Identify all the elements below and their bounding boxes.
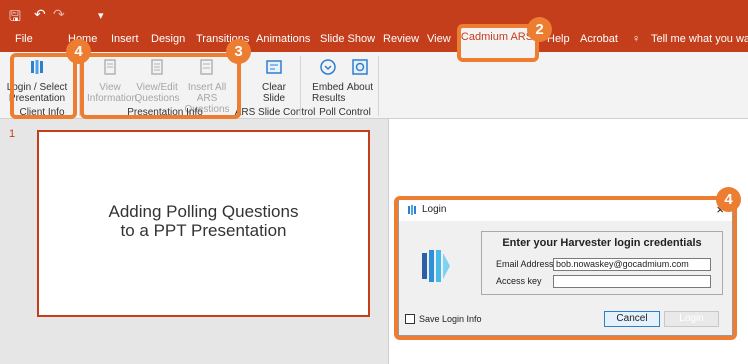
ribbon-divider xyxy=(300,56,301,116)
callout-highlight-presentation-info xyxy=(80,53,241,119)
tab-design[interactable]: Design xyxy=(151,33,185,45)
group-ars-slide-control: ARS Slide Control xyxy=(234,107,316,118)
callout-badge: 4 xyxy=(66,39,91,64)
clear-slide-button[interactable]: Clear Slide xyxy=(255,56,293,104)
tab-review[interactable]: Review xyxy=(383,33,419,45)
lightbulb-icon: ♀ xyxy=(632,33,641,45)
tell-me-search[interactable]: Tell me what you want to xyxy=(651,33,748,45)
tab-acrobat[interactable]: Acrobat xyxy=(580,33,618,45)
save-icon[interactable]: 🖫 xyxy=(9,6,21,30)
group-poll-control: Poll Control xyxy=(319,107,371,118)
embed-results-label: Embed Results xyxy=(312,82,346,104)
slide-title: Adding Polling Questions to a PPT Presen… xyxy=(108,202,299,240)
tab-insert[interactable]: Insert xyxy=(111,33,139,45)
callout-badge: 4 xyxy=(716,187,741,212)
about-icon xyxy=(352,59,368,75)
title-bar: 🖫 ↶ ↷ ▾ File Home Insert Design Transiti… xyxy=(0,0,748,52)
about-button[interactable]: About xyxy=(345,56,375,93)
tab-file[interactable]: File xyxy=(15,33,33,45)
clear-slide-label: Clear Slide xyxy=(262,82,286,104)
callout-badge: 3 xyxy=(226,39,251,64)
callout-highlight-login-dialog xyxy=(394,196,737,340)
callout-badge: 2 xyxy=(527,17,552,42)
tab-slide-show[interactable]: Slide Show xyxy=(320,33,375,45)
customize-qa-icon[interactable]: ▾ xyxy=(98,9,104,22)
clear-slide-icon xyxy=(266,60,282,74)
undo-icon[interactable]: ↶ xyxy=(34,6,46,23)
redo-icon[interactable]: ↷ xyxy=(53,6,65,23)
slide-thumbnail[interactable]: Adding Polling Questions to a PPT Presen… xyxy=(37,130,370,317)
embed-results-icon xyxy=(320,59,336,75)
tab-animations[interactable]: Animations xyxy=(256,33,310,45)
about-label: About xyxy=(346,82,374,93)
slide-number: 1 xyxy=(9,128,16,140)
embed-results-button[interactable]: Embed Results xyxy=(312,56,346,104)
tab-view[interactable]: View xyxy=(427,33,451,45)
callout-highlight-client-info xyxy=(10,53,77,119)
ribbon-divider xyxy=(378,56,379,116)
